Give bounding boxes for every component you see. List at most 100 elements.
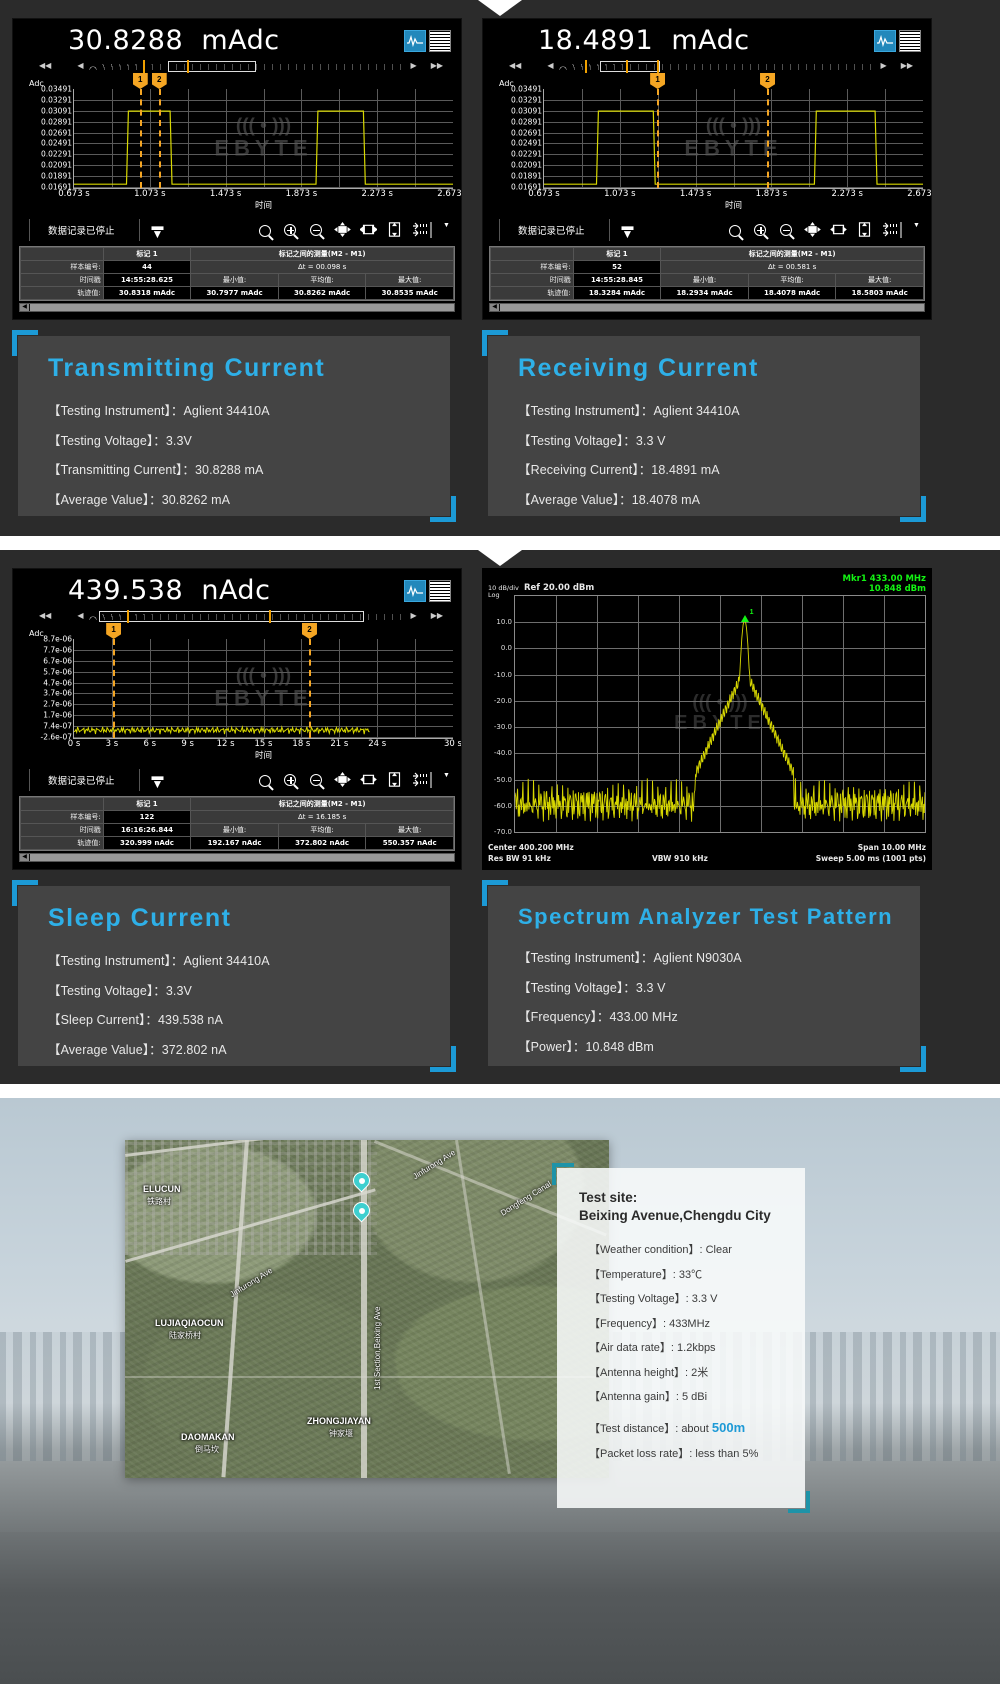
nav-first-icon[interactable]: ◀◀	[39, 62, 51, 70]
row-value: 30.8318 mAdc	[102, 286, 192, 300]
cursor-marker-1[interactable]	[657, 89, 660, 188]
card-corner-tl	[482, 330, 508, 356]
fit-all-icon[interactable]	[334, 771, 351, 789]
zoom-box-icon[interactable]	[726, 222, 743, 239]
nav-prev-icon[interactable]: ◀	[77, 62, 83, 70]
scroll-thumb[interactable]	[30, 304, 454, 311]
scroll-left-button[interactable]: ◀	[20, 304, 29, 311]
toolbar-overflow-icon[interactable]: ▼	[443, 222, 451, 239]
zoom-out-icon[interactable]	[308, 772, 325, 789]
cursor-marker-flag-1[interactable]: 1	[106, 623, 122, 639]
fit-horizontal-icon[interactable]	[359, 222, 378, 239]
zoom-box-icon[interactable]	[256, 222, 273, 239]
cursor-marker-flag-1[interactable]: 1	[132, 73, 148, 89]
scroll-left-button[interactable]: ◀	[490, 304, 499, 311]
scroll-left-icon[interactable]	[412, 771, 434, 789]
collapse-icon[interactable]: ▬ ▼	[152, 770, 164, 790]
nav-next-icon[interactable]: ▶	[881, 62, 887, 70]
nav-first-icon[interactable]: ◀◀	[509, 62, 521, 70]
trace-line	[74, 110, 453, 185]
nav-track[interactable]	[559, 59, 875, 73]
cursor-marker-flag-2[interactable]: 2	[301, 623, 317, 639]
trace-line	[544, 110, 923, 185]
spectrum-trace	[515, 619, 925, 822]
zoom-in-icon[interactable]	[752, 222, 769, 239]
nav-first-icon[interactable]: ◀◀	[39, 612, 51, 620]
fit-vertical-icon[interactable]	[386, 221, 403, 239]
measurement-table-transmitting: 标记 1 标记之间的测量(M2 - M1) 样本编号: 44 Δt = 00.0…	[19, 246, 455, 301]
nav-prev-icon[interactable]: ◀	[77, 612, 83, 620]
y-axis-tick: 8.7e-06	[43, 634, 72, 644]
map-pin-a[interactable]	[349, 1168, 374, 1195]
nav-window[interactable]	[600, 60, 661, 72]
scroll-left-icon[interactable]	[882, 221, 904, 239]
resolution-bandwidth: Res BW 91 kHz	[488, 854, 551, 863]
nav-last-icon[interactable]: ▶▶	[901, 62, 913, 70]
waveform-view-icon[interactable]	[404, 29, 426, 52]
test-site-line: 【Antenna gain】: 5 dBi	[589, 1391, 708, 1403]
scroll-left-button[interactable]: ◀	[20, 854, 29, 861]
horizontal-scrollbar[interactable]: ◀	[19, 853, 455, 862]
table-view-icon[interactable]	[429, 579, 451, 602]
nav-track[interactable]	[89, 59, 405, 73]
zoom-box-icon[interactable]	[256, 772, 273, 789]
fit-vertical-icon[interactable]	[386, 771, 403, 789]
fit-horizontal-icon[interactable]	[360, 772, 377, 789]
fit-all-icon[interactable]	[804, 221, 821, 239]
avg-value: 372.802 nAdc	[277, 836, 367, 850]
cursor-marker-flag-1[interactable]: 1	[650, 73, 666, 89]
cursor-marker-2[interactable]	[308, 639, 311, 738]
collapse-icon[interactable]: ▬ ▼	[622, 220, 634, 240]
row-value: 18.3284 mAdc	[572, 286, 662, 300]
table-view-icon[interactable]	[429, 29, 451, 52]
waveform-view-icon[interactable]	[404, 579, 426, 602]
zoom-out-icon[interactable]	[308, 222, 325, 239]
nav-track[interactable]	[89, 609, 405, 623]
toolbar-divider	[499, 219, 500, 241]
zoom-in-icon[interactable]	[282, 772, 299, 789]
x-axis-tick: 1.073 s	[134, 189, 166, 199]
table-view-icon[interactable]	[899, 29, 921, 52]
waveform-view-icon[interactable]	[874, 29, 896, 52]
cursor-marker-2[interactable]	[158, 89, 161, 188]
toolbar-overflow-icon[interactable]: ▼	[443, 772, 451, 789]
nav-marker-1	[127, 609, 130, 623]
scroll-thumb[interactable]	[500, 304, 924, 311]
cursor-marker-flag-2[interactable]: 2	[151, 73, 167, 89]
spectrum-marker-1[interactable]	[740, 614, 749, 622]
satellite-map[interactable]: ELUCUN 铁路村 Jinfurong Ave Dongfeng Canal …	[125, 1140, 609, 1478]
card-line: 【Frequency】：433.00 MHz	[518, 1010, 678, 1024]
nav-last-icon[interactable]: ▶▶	[431, 612, 443, 620]
cursor-marker-2[interactable]	[767, 89, 770, 188]
primary-reading: 439.538 nAdc	[68, 575, 271, 606]
fit-vertical-icon[interactable]	[856, 221, 873, 239]
scroll-nav-strip[interactable]: ◀◀ ◀ ▶ ▶▶	[39, 59, 443, 73]
max-value: 550.357 nAdc	[365, 836, 454, 850]
cursor-marker-1[interactable]	[139, 89, 142, 188]
scroll-nav-strip[interactable]: ◀◀ ◀ ▶ ▶▶	[509, 59, 913, 73]
nav-prev-icon[interactable]: ◀	[547, 62, 553, 70]
toolbar-overflow-icon[interactable]: ▼	[913, 222, 921, 239]
section-notch	[478, 0, 522, 16]
map-pin-b[interactable]	[349, 1198, 374, 1225]
nav-next-icon[interactable]: ▶	[411, 612, 417, 620]
cursor-marker-1[interactable]	[113, 639, 116, 738]
zoom-in-icon[interactable]	[282, 222, 299, 239]
nav-window[interactable]	[168, 60, 257, 72]
cursor-marker-flag-2[interactable]: 2	[760, 73, 776, 89]
fit-all-icon[interactable]	[334, 221, 351, 239]
scroll-nav-strip[interactable]: ◀◀ ◀ ▶ ▶▶	[39, 609, 443, 623]
y-axis-tick: -60.0	[493, 801, 512, 810]
zoom-out-icon[interactable]	[778, 222, 795, 239]
scroll-left-icon[interactable]	[412, 221, 434, 239]
nav-last-icon[interactable]: ▶▶	[431, 62, 443, 70]
avg-value: 18.4078 mAdc	[747, 286, 837, 300]
fit-horizontal-icon[interactable]	[830, 222, 847, 239]
nav-next-icon[interactable]: ▶	[411, 62, 417, 70]
nav-window[interactable]	[98, 610, 364, 622]
scroll-thumb[interactable]	[30, 854, 454, 861]
x-axis-tick: 2.273 s	[831, 189, 863, 199]
horizontal-scrollbar[interactable]: ◀	[489, 303, 925, 312]
horizontal-scrollbar[interactable]: ◀	[19, 303, 455, 312]
collapse-icon[interactable]: ▬ ▼	[152, 220, 164, 240]
